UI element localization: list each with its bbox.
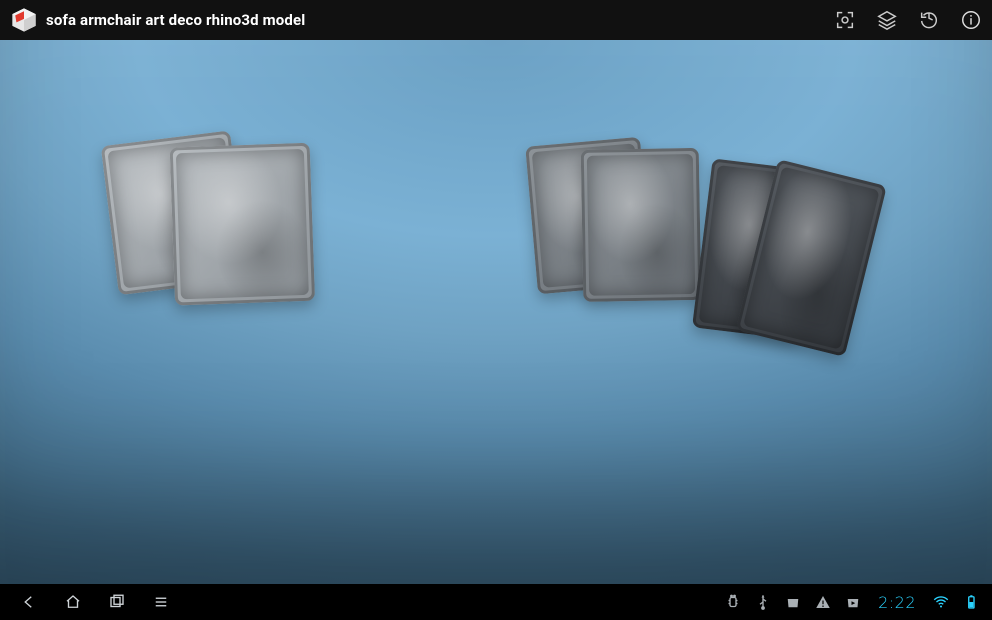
app-actions	[824, 0, 992, 40]
system-nav-bar: 2:22	[0, 584, 992, 620]
orbit-icon[interactable]	[908, 0, 950, 40]
cushion-pair-3[interactable]	[684, 152, 890, 374]
usb-icon	[754, 593, 772, 611]
cushion-1b	[170, 143, 315, 306]
menu-icon[interactable]	[152, 593, 170, 611]
layers-icon[interactable]	[866, 0, 908, 40]
back-icon[interactable]	[20, 593, 38, 611]
viewport	[0, 40, 992, 584]
cushion-pair-1[interactable]	[104, 128, 325, 312]
cushion-2b	[581, 148, 702, 302]
wifi-icon	[932, 593, 950, 611]
cushion-pair-2[interactable]	[528, 136, 712, 315]
status-clock: 2:22	[878, 593, 916, 612]
recent-apps-icon[interactable]	[108, 593, 126, 611]
app-title: sofa armchair art deco rhino3d model	[46, 11, 305, 29]
app-launcher-icon	[10, 6, 38, 34]
home-icon[interactable]	[64, 593, 82, 611]
debug-icon	[724, 593, 742, 611]
info-icon[interactable]	[950, 0, 992, 40]
battery-icon	[962, 593, 980, 611]
store-icon	[784, 593, 802, 611]
warning-icon	[814, 593, 832, 611]
app-bar: sofa armchair art deco rhino3d model	[0, 0, 992, 40]
fit-view-icon[interactable]	[824, 0, 866, 40]
play-icon	[844, 593, 862, 611]
